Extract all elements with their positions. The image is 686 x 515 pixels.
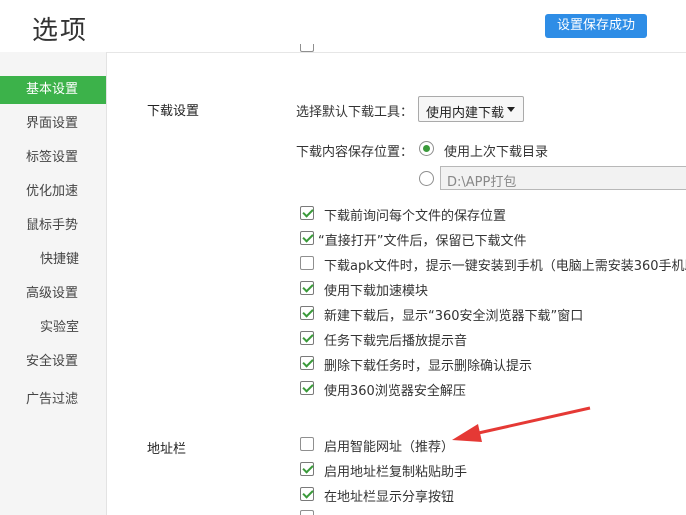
chevron-down-icon xyxy=(507,107,515,112)
checkbox-confirm-delete[interactable] xyxy=(300,356,314,370)
sidebar-item-label: 基本设置 xyxy=(26,82,79,97)
download-tool-value: 使用内建下载 xyxy=(426,106,505,121)
sidebar-item-label: 快捷键 xyxy=(40,252,80,267)
option-label: 启用地址栏复制粘贴助手 xyxy=(324,465,468,480)
option-label: 删除下载任务时，显示删除确认提示 xyxy=(324,359,533,374)
checkbox-scrolled-partial[interactable] xyxy=(300,44,314,52)
checkbox-play-sound[interactable] xyxy=(300,331,314,345)
section-label-address-bar: 地址栏 xyxy=(147,442,187,457)
radio-custom-dir[interactable] xyxy=(419,171,434,186)
save-status-button[interactable]: 设置保存成功 xyxy=(545,14,647,38)
sidebar-item-label: 优化加速 xyxy=(26,184,79,199)
checkbox-smart-url[interactable] xyxy=(300,437,314,451)
checkbox-copy-paste-helper[interactable] xyxy=(300,462,314,476)
sidebar-item-lab[interactable]: 实验室 xyxy=(0,314,106,342)
sidebar-item-optimize-acceleration[interactable]: 优化加速 xyxy=(0,178,106,206)
sidebar-item-label: 高级设置 xyxy=(26,286,79,301)
checkbox-share-button[interactable] xyxy=(300,487,314,501)
sidebar-item-tab-settings[interactable]: 标签设置 xyxy=(0,144,106,172)
option-label: “直接打开”文件后，保留已下载文件 xyxy=(318,234,527,249)
checkbox-safe-unzip[interactable] xyxy=(300,381,314,395)
option-label: 启用智能网址（推荐） xyxy=(324,440,455,455)
checkbox-keep-after-open[interactable] xyxy=(300,231,314,245)
sidebar-item-label: 标签设置 xyxy=(26,150,79,165)
checkbox-scrolled-partial-bottom[interactable] xyxy=(300,510,314,515)
sidebar-item-interface-settings[interactable]: 界面设置 xyxy=(0,110,106,138)
download-location-label: 下载内容保存位置： xyxy=(296,145,414,160)
sidebar-item-basic-settings[interactable]: 基本设置 xyxy=(0,76,106,104)
sidebar-item-advanced-settings[interactable]: 高级设置 xyxy=(0,280,106,308)
checkbox-ask-save-location[interactable] xyxy=(300,206,314,220)
sidebar-item-label: 界面设置 xyxy=(26,116,79,131)
annotation-arrow-icon xyxy=(452,406,591,442)
sidebar-nav: 基本设置 界面设置 标签设置 优化加速 鼠标手势 快捷键 高级设置 实验室 安全… xyxy=(0,52,107,515)
option-label: 下载前询问每个文件的保存位置 xyxy=(324,209,507,224)
option-label: 任务下载完后播放提示音 xyxy=(324,334,468,349)
section-label-download: 下载设置 xyxy=(147,104,200,119)
option-label: 使用360浏览器安全解压 xyxy=(324,384,466,399)
sidebar-item-label: 安全设置 xyxy=(26,354,79,369)
sidebar-item-mouse-gestures[interactable]: 鼠标手势 xyxy=(0,212,106,240)
sidebar-item-ad-filter[interactable]: 广告过滤 xyxy=(0,386,106,414)
sidebar-item-label: 实验室 xyxy=(40,320,80,335)
sidebar-item-label: 广告过滤 xyxy=(26,392,79,407)
option-label: 下载apk文件时，提示一键安装到手机（电脑上需安装360手机助 xyxy=(324,259,686,274)
download-path-input[interactable]: D:\APP打包 xyxy=(440,166,686,190)
sidebar-item-label: 鼠标手势 xyxy=(26,218,79,233)
option-label: 在地址栏显示分享按钮 xyxy=(324,490,455,505)
sidebar-item-shortcuts[interactable]: 快捷键 xyxy=(0,246,106,274)
checkbox-apk-install-prompt[interactable] xyxy=(300,256,314,270)
options-header: 选项 设置保存成功 xyxy=(0,0,686,53)
radio-last-download-dir-label: 使用上次下载目录 xyxy=(444,145,549,160)
option-label: 新建下载后，显示“360安全浏览器下载”窗口 xyxy=(324,309,584,324)
option-label: 使用下载加速模块 xyxy=(324,284,429,299)
radio-last-download-dir[interactable] xyxy=(419,141,434,156)
checkbox-download-acceleration[interactable] xyxy=(300,281,314,295)
sidebar-item-security-settings[interactable]: 安全设置 xyxy=(0,348,106,376)
download-tool-label: 选择默认下载工具： xyxy=(296,105,414,120)
checkbox-show-download-window[interactable] xyxy=(300,306,314,320)
page-title: 选项 xyxy=(32,16,89,46)
download-tool-select[interactable]: 使用内建下载 xyxy=(418,96,524,122)
